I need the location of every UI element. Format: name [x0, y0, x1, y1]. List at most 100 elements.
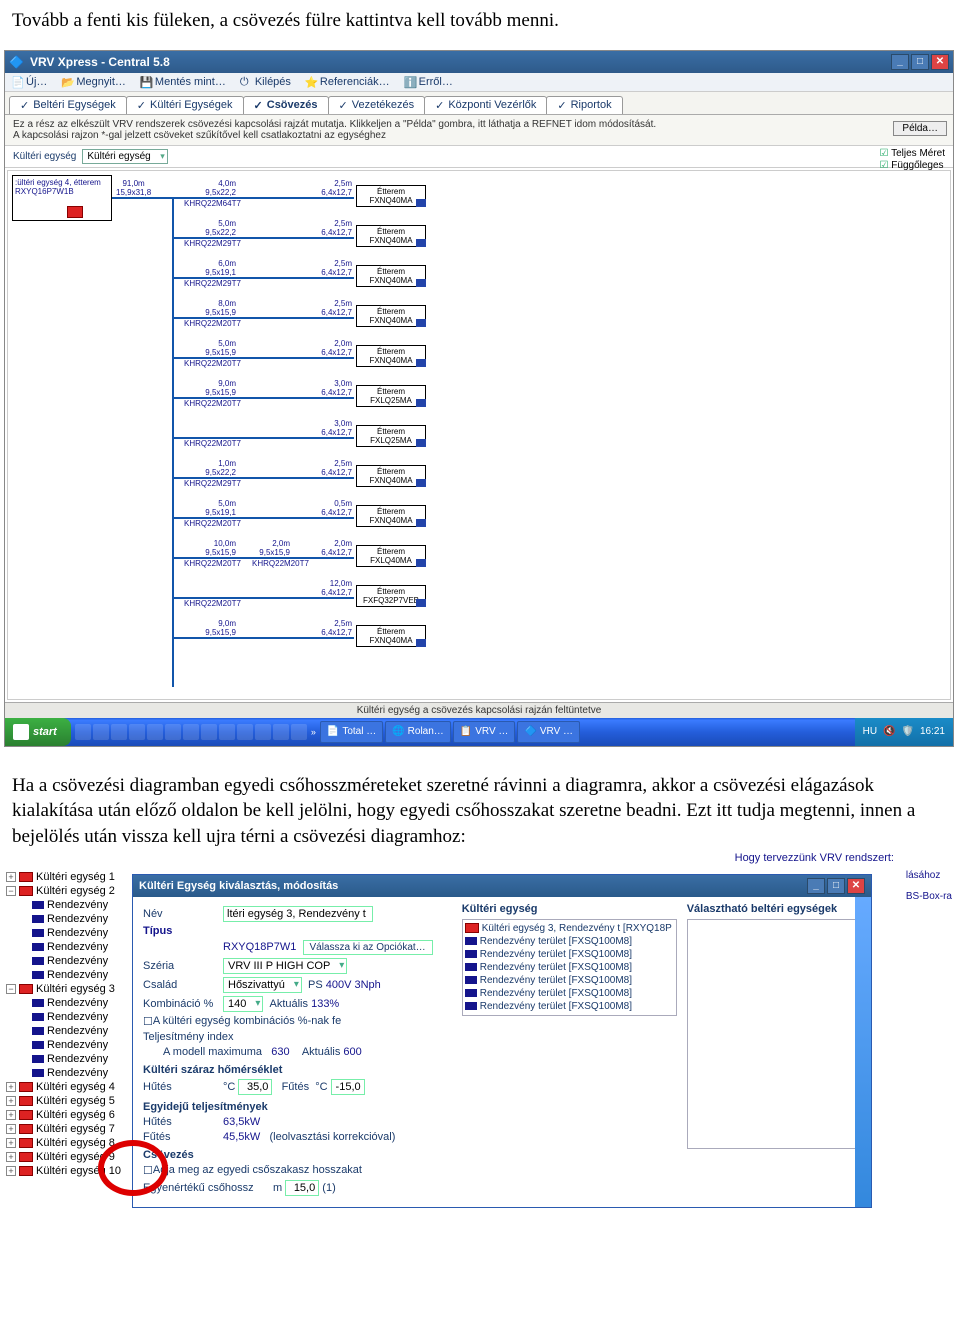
quicklaunch-icon[interactable]	[201, 724, 217, 740]
scrollbar[interactable]	[855, 897, 871, 1207]
cooling-temp-input[interactable]: 35,0	[238, 1079, 272, 1095]
taskbar-task[interactable]: 📄Total …	[320, 721, 383, 743]
indoor-unit-box[interactable]: ÉtteremFXNQ40MA	[356, 185, 426, 207]
taskbar-task[interactable]: 📋VRV …	[453, 721, 516, 743]
outdoor-unit-list[interactable]: Kültéri egység 3, Rendezvény t [RXYQ18P …	[462, 919, 677, 1016]
list-item[interactable]: Rendezvény terület [FXSQ100M8]	[465, 987, 674, 1000]
piping-diagram-canvas[interactable]: :ültéri egység 4, étterem RXYQ16P7W1B 91…	[7, 170, 951, 700]
indoor-unit-box[interactable]: ÉtteremFXLQ40MA	[356, 545, 426, 567]
taskbar-task[interactable]: 🌐Rolan…	[385, 721, 451, 743]
toolbar-new[interactable]: 📄Új…	[11, 76, 47, 88]
indoor-unit-box[interactable]: ÉtteremFXNQ40MA	[356, 465, 426, 487]
indoor-unit-box[interactable]: ÉtteremFXNQ40MA	[356, 345, 426, 367]
dialog-maximize-button[interactable]: □	[827, 878, 845, 894]
tree-item[interactable]: Rendezvény	[6, 926, 152, 940]
tree-collapse-icon[interactable]: −	[6, 984, 16, 994]
tab-wiring[interactable]: ✓Vezetékezés	[328, 96, 426, 114]
tree-item[interactable]: Rendezvény	[6, 1038, 152, 1052]
indoor-unit-box[interactable]: ÉtteremFXFQ32P7VEB	[356, 585, 426, 607]
quicklaunch-icon[interactable]	[219, 724, 235, 740]
dialog-close-button[interactable]: ✕	[847, 878, 865, 894]
tab-indoor-units[interactable]: ✓Beltéri Egységek	[9, 96, 127, 114]
indoor-unit-box[interactable]: ÉtteremFXNQ40MA	[356, 225, 426, 247]
name-input[interactable]: ltéri egység 3, Rendezvény t	[223, 906, 373, 922]
tree-item[interactable]: Rendezvény	[6, 954, 152, 968]
selectable-indoor-list[interactable]	[687, 919, 861, 1149]
tab-central-controllers[interactable]: ✓Központi Vezérlők	[424, 96, 547, 114]
quicklaunch-icon[interactable]	[291, 724, 307, 740]
indoor-unit-box[interactable]: ÉtteremFXLQ25MA	[356, 425, 426, 447]
tab-piping[interactable]: ✓Csövezés	[243, 96, 329, 114]
quicklaunch-icon[interactable]	[165, 724, 181, 740]
indoor-unit-box[interactable]: ÉtteremFXNQ40MA	[356, 265, 426, 287]
outdoor-unit-select[interactable]: Kültéri egység	[82, 149, 167, 164]
tree-expand-icon[interactable]: +	[6, 1138, 16, 1148]
language-indicator[interactable]: HU	[863, 726, 877, 737]
toolbar-save-as[interactable]: 💾Mentés mint…	[140, 76, 226, 88]
tree-expand-icon[interactable]: +	[6, 1096, 16, 1106]
toolbar-references[interactable]: ⭐Referenciák…	[305, 76, 390, 88]
series-select[interactable]: VRV III P HIGH COP	[223, 958, 347, 974]
equiv-length-input[interactable]: 15,0	[285, 1180, 319, 1196]
toolbar-open[interactable]: 📂Megnyit…	[61, 76, 126, 88]
section-simultaneous: Egyidejű teljesítmények	[143, 1101, 452, 1113]
tree-item[interactable]: Rendezvény	[6, 1052, 152, 1066]
maximize-button[interactable]: □	[911, 54, 929, 70]
quicklaunch-icon[interactable]	[129, 724, 145, 740]
quicklaunch-icon[interactable]	[93, 724, 109, 740]
taskbar-expand-icon[interactable]: »	[309, 727, 318, 737]
tree-item[interactable]: Rendezvény	[6, 912, 152, 926]
close-button[interactable]: ✕	[931, 54, 949, 70]
tray-icon[interactable]: 🔇	[883, 726, 895, 737]
tree-expand-icon[interactable]: +	[6, 1152, 16, 1162]
options-button[interactable]: Válassza ki az Opciókat…	[303, 940, 433, 955]
list-item[interactable]: Rendezvény terület [FXSQ100M8]	[465, 935, 674, 948]
indoor-unit-box[interactable]: ÉtteremFXNQ40MA	[356, 625, 426, 647]
indoor-unit-box[interactable]: ÉtteremFXNQ40MA	[356, 505, 426, 527]
checkbox-full-size[interactable]: Teljes Méret	[880, 148, 945, 160]
quicklaunch-icon[interactable]	[183, 724, 199, 740]
heating-temp-input[interactable]: -15,0	[331, 1079, 365, 1095]
list-item[interactable]: Rendezvény terület [FXSQ100M8]	[465, 1000, 674, 1013]
quicklaunch-icon[interactable]	[111, 724, 127, 740]
tree-item[interactable]: Rendezvény	[6, 968, 152, 982]
list-item[interactable]: Rendezvény terület [FXSQ100M8]	[465, 974, 674, 987]
tree-item[interactable]: Rendezvény	[6, 898, 152, 912]
quicklaunch-icon[interactable]	[147, 724, 163, 740]
list-item[interactable]: Rendezvény terület [FXSQ100M8]	[465, 961, 674, 974]
combo-select[interactable]: 140	[223, 996, 263, 1012]
quicklaunch-icon[interactable]	[237, 724, 253, 740]
checkbox-combo-pct[interactable]: ☐	[143, 1015, 153, 1028]
tree-expand-icon[interactable]: +	[6, 1082, 16, 1092]
list-item[interactable]: Kültéri egység 3, Rendezvény t [RXYQ18P	[482, 923, 672, 934]
quicklaunch-icon[interactable]	[273, 724, 289, 740]
tree-item[interactable]: Rendezvény	[6, 1066, 152, 1080]
quicklaunch-icon[interactable]	[255, 724, 271, 740]
checkbox-custom-pipe[interactable]: ☐	[143, 1164, 153, 1177]
tree-item[interactable]: Rendezvény	[6, 940, 152, 954]
indoor-unit-box[interactable]: ÉtteremFXNQ40MA	[356, 305, 426, 327]
tree-item[interactable]: Rendezvény	[6, 1024, 152, 1038]
minimize-button[interactable]: _	[891, 54, 909, 70]
tree-expand-icon[interactable]: +	[6, 1110, 16, 1120]
taskbar-task[interactable]: 🔷VRV …	[517, 721, 580, 743]
tray-icon[interactable]: 🛡️	[902, 726, 914, 737]
tree-expand-icon[interactable]: +	[6, 1124, 16, 1134]
example-button[interactable]: Példa…	[893, 121, 947, 136]
tab-outdoor-units[interactable]: ✓Kültéri Egységek	[126, 96, 244, 114]
tab-reports[interactable]: ✓Riportok	[546, 96, 622, 114]
outdoor-unit-box[interactable]: :ültéri egység 4, étterem RXYQ16P7W1B	[12, 175, 112, 221]
dialog-minimize-button[interactable]: _	[807, 878, 825, 894]
tree-item[interactable]: Rendezvény	[6, 1010, 152, 1024]
tree-expand-icon[interactable]: +	[6, 1166, 16, 1176]
tree-collapse-icon[interactable]: −	[6, 886, 16, 896]
family-select[interactable]: Hőszivattyú	[223, 977, 302, 993]
toolbar-exit[interactable]: ⏻Kilépés	[240, 76, 291, 88]
start-button[interactable]: start	[5, 718, 71, 746]
indoor-unit-box[interactable]: ÉtteremFXLQ25MA	[356, 385, 426, 407]
toolbar-about[interactable]: ℹ️Erről…	[404, 76, 453, 88]
tree-expand-icon[interactable]: +	[6, 872, 16, 882]
tree-item[interactable]: Rendezvény	[6, 996, 152, 1010]
list-item[interactable]: Rendezvény terület [FXSQ100M8]	[465, 948, 674, 961]
quicklaunch-icon[interactable]	[75, 724, 91, 740]
